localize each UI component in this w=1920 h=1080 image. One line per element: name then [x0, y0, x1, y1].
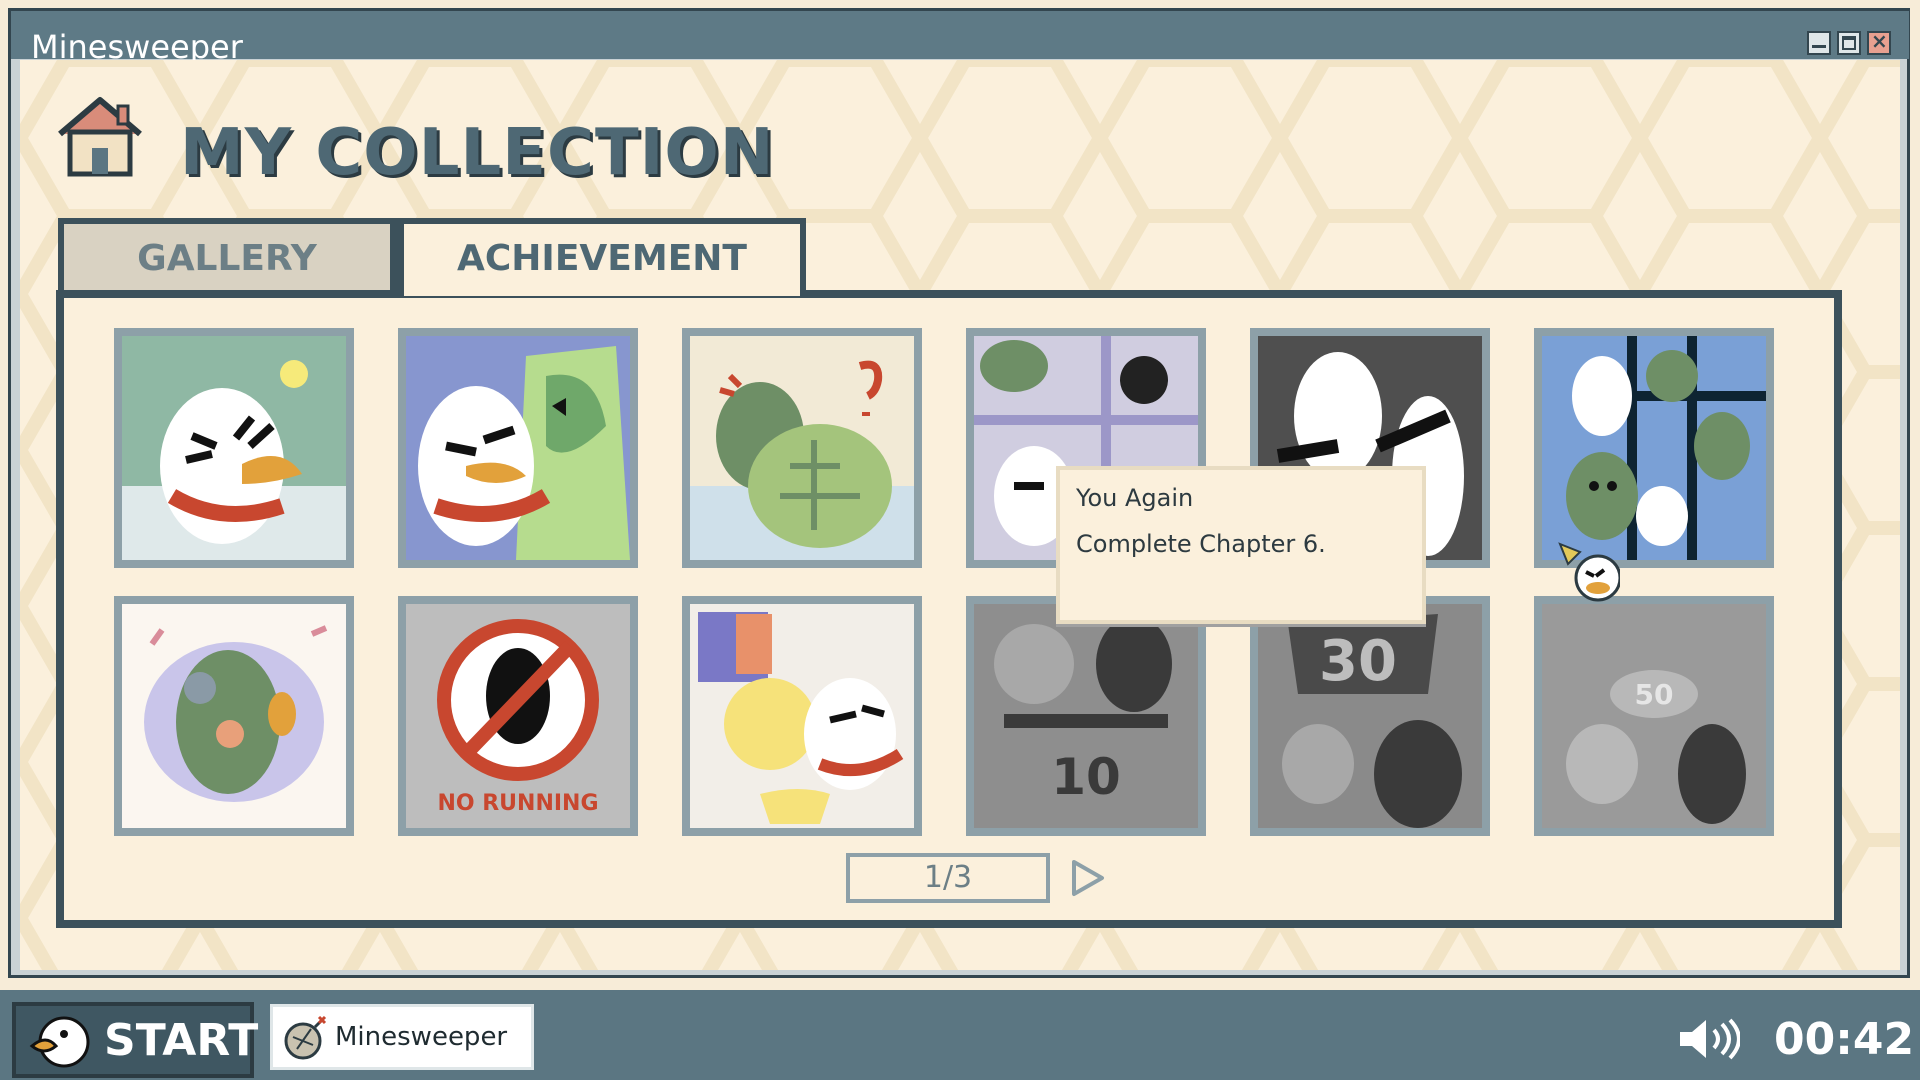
tab-achievement[interactable]: ACHIEVEMENT [398, 218, 806, 296]
start-button[interactable]: START [12, 1002, 258, 1078]
close-icon: × [1871, 29, 1888, 53]
taskbar-item-label: Minesweeper [335, 1022, 508, 1052]
svg-text:50: 50 [1635, 678, 1674, 711]
dino-music-image [122, 604, 346, 828]
achievement-card-duck-trophy[interactable] [682, 596, 922, 836]
svg-text:NO RUNNING: NO RUNNING [437, 791, 598, 816]
ten-scoreboard-image: 10 [974, 604, 1198, 828]
tooltip-title: You Again [1076, 484, 1194, 512]
taskbar-item-minesweeper[interactable]: Minesweeper [270, 1004, 534, 1070]
svg-text:30: 30 [1319, 629, 1397, 694]
turtle-dino-image [690, 336, 914, 560]
maximize-icon [1842, 36, 1856, 50]
achievement-card-duck-idea[interactable] [114, 328, 354, 568]
maximize-button[interactable] [1837, 31, 1861, 55]
close-button[interactable]: × [1867, 29, 1891, 55]
achievement-card-thirty-flag[interactable]: 30 [1250, 596, 1490, 836]
volume-icon[interactable] [1676, 1016, 1740, 1062]
minimize-button[interactable] [1807, 31, 1831, 55]
achievement-card-duck-and-dino[interactable] [398, 328, 638, 568]
duck-icon [29, 1016, 90, 1068]
clock: 00:42 [1774, 1014, 1915, 1065]
bomb-icon [284, 1015, 327, 1060]
no-running-image: NO RUNNING [406, 604, 630, 828]
fifty-celebration-image: 50 [1542, 604, 1766, 828]
achievement-card-no-running[interactable]: NO RUNNING [398, 596, 638, 836]
dino-crowd-image [1542, 336, 1766, 560]
achievement-card-dino-crowd[interactable] [1534, 328, 1774, 568]
svg-text:10: 10 [1051, 748, 1121, 806]
minimize-icon [1812, 45, 1826, 48]
title-bar[interactable]: Minesweeper × [11, 11, 1909, 66]
achievement-card-turtle-dino[interactable] [682, 328, 922, 568]
achievement-card-dino-music[interactable] [114, 596, 354, 836]
achievement-tooltip: You Again Complete Chapter 6. [1056, 466, 1426, 624]
achievement-card-ten-scoreboard[interactable]: 10 [966, 596, 1206, 836]
start-label: START [104, 1015, 259, 1066]
duck-and-dino-image [406, 336, 630, 560]
page-title: MY COLLECTION [180, 116, 775, 190]
duck-cursor-icon [1558, 542, 1620, 602]
tooltip-description: Complete Chapter 6. [1076, 530, 1326, 558]
page-indicator: 1/3 [846, 853, 1050, 903]
next-arrow-icon[interactable] [1070, 858, 1106, 898]
thirty-flag-image: 30 [1258, 604, 1482, 828]
tab-gallery[interactable]: GALLERY [58, 218, 398, 296]
achievement-card-fifty-celebration[interactable]: 50 [1534, 596, 1774, 836]
house-icon [58, 97, 142, 177]
duck-idea-image [122, 336, 346, 560]
duck-trophy-image [690, 604, 914, 828]
